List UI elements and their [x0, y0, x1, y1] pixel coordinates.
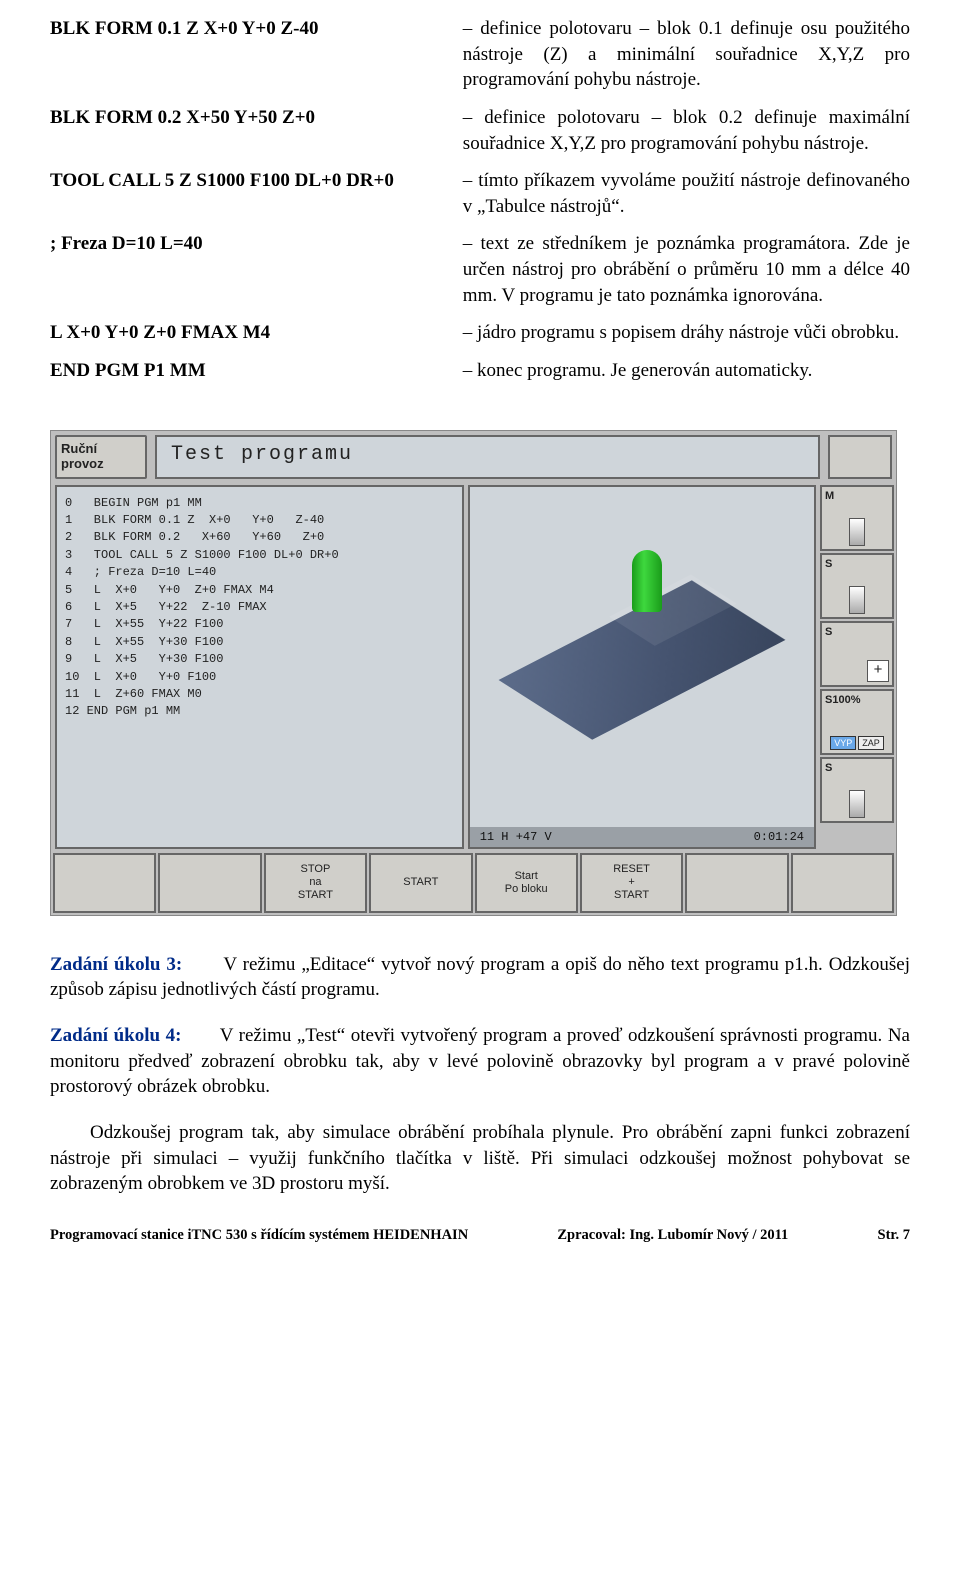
mode-line2: provoz: [61, 456, 104, 471]
side-panel-s[interactable]: S: [820, 553, 894, 619]
plus-icon: +: [867, 660, 889, 682]
desc-cell: – text ze středníkem je poznámka program…: [463, 225, 910, 314]
table-row: TOOL CALL 5 Z S1000 F100 DL+0 DR+0– tímt…: [50, 162, 910, 225]
table-row: BLK FORM 0.2 X+50 Y+50 Z+0– definice pol…: [50, 99, 910, 162]
softkey-reset-start[interactable]: RESET + START: [580, 853, 683, 913]
code-cell: BLK FORM 0.2 X+50 Y+50 Z+0: [50, 99, 463, 162]
table-row: ; Freza D=10 L=40– text ze středníkem je…: [50, 225, 910, 314]
code-cell: END PGM P1 MM: [50, 352, 463, 390]
softkey-7[interactable]: [685, 853, 788, 913]
tool-cylinder: [632, 550, 662, 612]
cnc-screenshot: Ruční provoz Test programu 0 BEGIN PGM p…: [50, 430, 897, 916]
side-column: M S S + S100% VYP ZAP: [818, 483, 896, 851]
code-cell: BLK FORM 0.1 Z X+0 Y+0 Z-40: [50, 10, 463, 99]
table-row: BLK FORM 0.1 Z X+0 Y+0 Z-40– definice po…: [50, 10, 910, 99]
side-panel-s100[interactable]: S100% VYP ZAP: [820, 689, 894, 755]
zap-button[interactable]: ZAP: [858, 736, 884, 750]
soft-key-bar: STOP na START START Start Po bloku RESET…: [51, 851, 896, 915]
softkey-2[interactable]: [158, 853, 261, 913]
softkey-1[interactable]: [53, 853, 156, 913]
mode-box[interactable]: Ruční provoz: [55, 435, 147, 479]
title-bar: Test programu: [155, 435, 820, 479]
code-cell: ; Freza D=10 L=40: [50, 225, 463, 314]
simulation-viewport[interactable]: 11 H +47 V 0:01:24: [468, 485, 816, 849]
tool-icon: [849, 790, 865, 818]
side-panel-s-plus[interactable]: S +: [820, 621, 894, 687]
side-panel-s-last[interactable]: S: [820, 757, 894, 823]
softkey-8[interactable]: [791, 853, 894, 913]
definitions-table: BLK FORM 0.1 Z X+0 Y+0 Z-40– definice po…: [50, 10, 910, 390]
desc-cell: – definice polotovaru – blok 0.1 definuj…: [463, 10, 910, 99]
footer-right: Str. 7: [878, 1227, 911, 1244]
status-right: 0:01:24: [754, 830, 804, 844]
table-row: END PGM P1 MM– konec programu. Je genero…: [50, 352, 910, 390]
softkey-start-block[interactable]: Start Po bloku: [475, 853, 578, 913]
program-listing[interactable]: 0 BEGIN PGM p1 MM 1 BLK FORM 0.1 Z X+0 Y…: [55, 485, 464, 849]
desc-cell: – tímto příkazem vyvoláme použití nástro…: [463, 162, 910, 225]
task-4: Zadání úkolu 4: V režimu „Test“ otevři v…: [50, 1023, 910, 1100]
task-3: Zadání úkolu 3: V režimu „Editace“ vytvo…: [50, 952, 910, 1003]
footer-left: Programovací stanice iTNC 530 s řídícím …: [50, 1227, 468, 1244]
task-4-lead: Zadání úkolu 4:: [50, 1025, 181, 1046]
status-left: 11 H +47 V: [480, 830, 552, 844]
vyp-button[interactable]: VYP: [830, 736, 856, 750]
task-note: Odzkoušej program tak, aby simulace obrá…: [50, 1120, 910, 1197]
table-row: L X+0 Y+0 Z+0 FMAX M4– jádro programu s …: [50, 314, 910, 352]
desc-cell: – jádro programu s popisem dráhy nástroj…: [463, 314, 910, 352]
desc-cell: – definice polotovaru – blok 0.2 definuj…: [463, 99, 910, 162]
task-3-lead: Zadání úkolu 3:: [50, 954, 182, 975]
footer-mid: Zpracoval: Ing. Lubomír Nový / 2011: [557, 1227, 788, 1244]
code-cell: L X+0 Y+0 Z+0 FMAX M4: [50, 314, 463, 352]
tool-icon: [849, 518, 865, 546]
tool-icon: [849, 586, 865, 614]
softkey-start[interactable]: START: [369, 853, 472, 913]
page-footer: Programovací stanice iTNC 530 s řídícím …: [50, 1227, 910, 1244]
mode-line1: Ruční: [61, 441, 97, 456]
desc-cell: – konec programu. Je generován automatic…: [463, 352, 910, 390]
top-side-button[interactable]: [828, 435, 892, 479]
side-panel-m[interactable]: M: [820, 485, 894, 551]
softkey-stop[interactable]: STOP na START: [264, 853, 367, 913]
code-cell: TOOL CALL 5 Z S1000 F100 DL+0 DR+0: [50, 162, 463, 225]
